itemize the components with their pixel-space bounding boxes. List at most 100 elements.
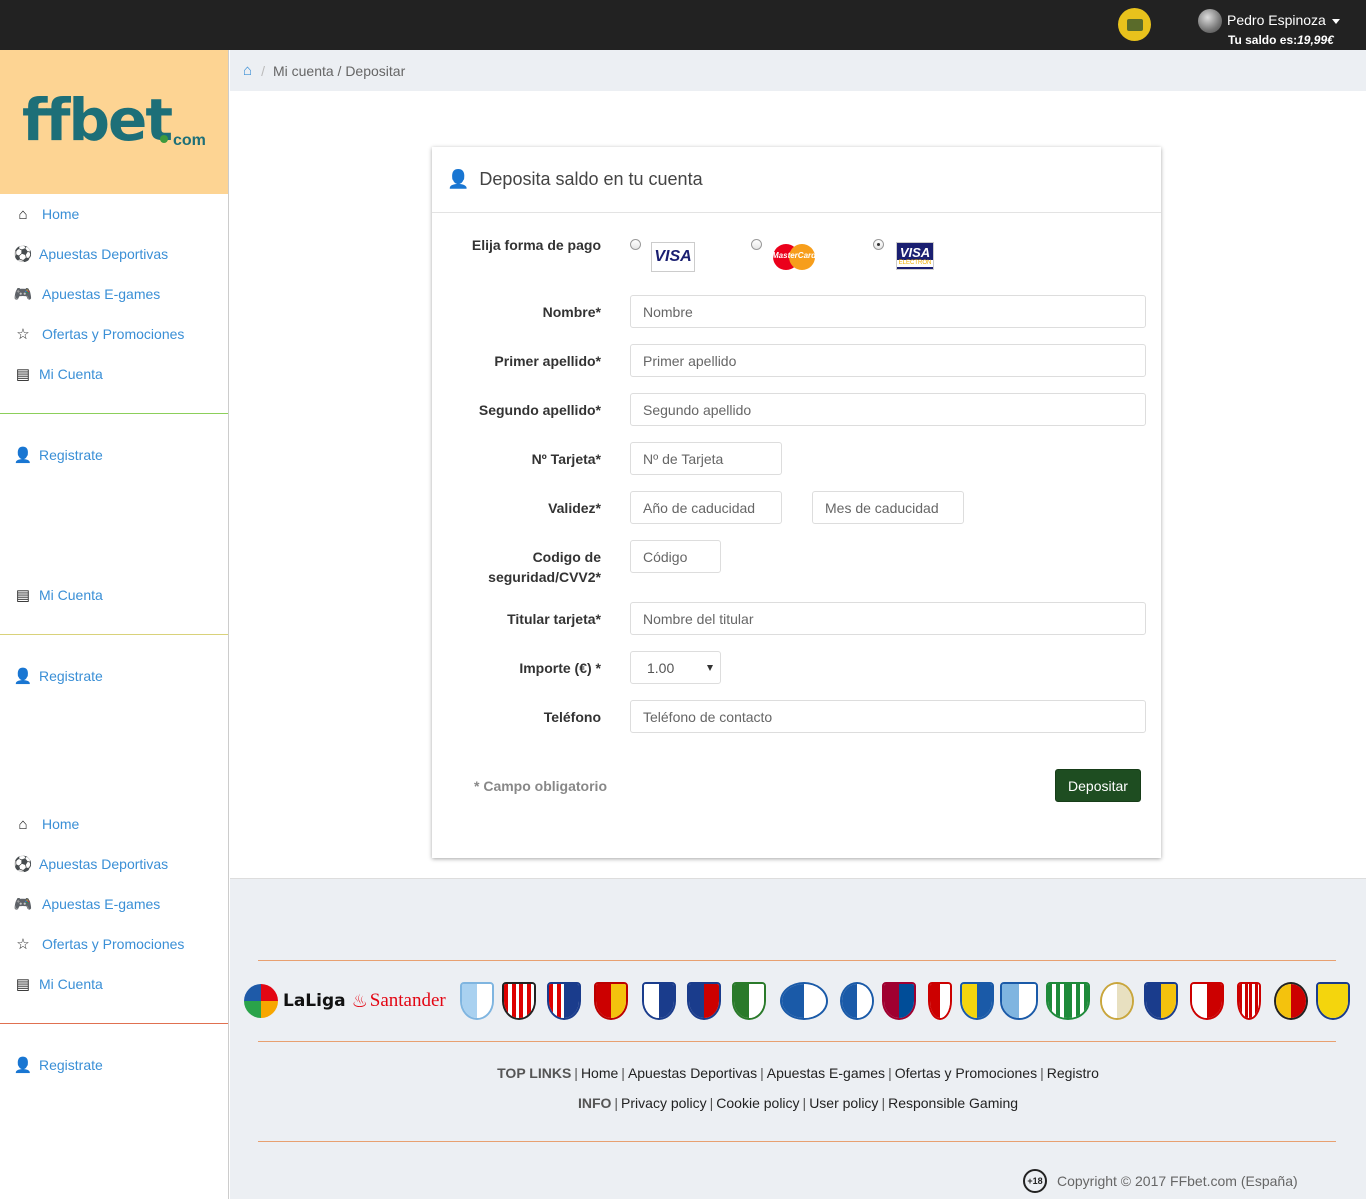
balance-label: Tu saldo es: [1228,33,1298,47]
club-logos: LaLiga ♨ Santander [240,980,1350,1024]
santander-flame-icon: ♨ [351,990,368,1011]
footer-links: TOP LINKS | Home | Apuestas Deportivas | Apues… [230,1063,1366,1113]
telefono-input[interactable] [630,700,1146,733]
cvv-input[interactable] [630,540,721,573]
importe-select[interactable]: 1.00 [630,651,721,684]
club-crest-eibar[interactable] [687,982,721,1020]
footer-divider [258,1041,1336,1042]
sidebar-item-registrate-3[interactable]: 👤 Registrate [14,1055,103,1075]
club-crest-sporting[interactable] [1237,982,1261,1020]
club-crest-granada[interactable] [928,982,952,1020]
sidebar-item-home[interactable]: ⌂ Home [14,204,79,224]
club-crest-celta[interactable] [460,982,494,1020]
sidebar-item-label: Apuestas Deportivas [39,856,169,872]
visa-electron-logo[interactable]: VISA ELECTRON [896,242,934,270]
club-crest-deportivo[interactable] [642,982,676,1020]
mastercard-logo[interactable]: MasterCard [770,242,818,272]
home-icon: ⌂ [18,815,28,833]
sidebar-item-mi-cuenta-2[interactable]: ▤ Mi Cuenta [14,585,103,605]
user-avatar[interactable] [1198,9,1222,33]
sidebar-item-apuestas-deportivas[interactable]: ⚽ Apuestas Deportivas [14,244,169,264]
club-crest-betis[interactable] [1046,982,1090,1020]
radio-visa[interactable] [630,239,641,250]
expiry-year-input[interactable] [630,491,782,524]
required-note: * Campo obligatorio [474,778,607,794]
club-crest-alaves[interactable] [780,982,828,1020]
logo[interactable]: ffbet com [0,50,228,194]
laliga-logo[interactable]: LaLiga ♨ Santander [244,984,446,1018]
footer-link-ofertas[interactable]: Ofertas y Promociones [895,1065,1037,1081]
card-header: 👤 Deposita saldo en tu cuenta [432,147,1161,213]
footer-link-cookie[interactable]: Cookie policy [716,1095,799,1111]
sidebar-item-label: Mi Cuenta [39,366,103,382]
sidebar-item-label: Ofertas y Promociones [42,936,185,952]
titular-input[interactable] [630,602,1146,635]
select-arrow-icon [707,665,713,671]
gamepad-icon: 🎮 [13,286,33,303]
user-name[interactable]: Pedro Espinoza [1227,12,1326,28]
santander-text: Santander [369,990,446,1011]
radio-visa-electron[interactable] [873,239,884,250]
expiry-month-input[interactable] [812,491,964,524]
wallet-icon[interactable] [1118,8,1151,41]
club-crest-athletic[interactable] [502,982,536,1020]
segundo-apellido-label: Segundo apellido* [478,402,601,418]
sidebar-item-ofertas-3[interactable]: ☆ Ofertas y Promociones [14,934,184,954]
footer-link-user-policy[interactable]: User policy [809,1095,878,1111]
club-crest-sevilla[interactable] [1190,982,1224,1020]
visa-logo[interactable]: VISA [651,242,695,272]
divider [0,634,228,635]
club-crest-barcelona[interactable] [882,982,916,1020]
cvv-label: Codigo de seguridad/CVV2* [488,547,601,587]
sidebar-item-mi-cuenta-3[interactable]: ▤ Mi Cuenta [14,974,103,994]
balance: Tu saldo es:19,99€ [1228,33,1334,47]
club-crest-valencia[interactable] [1274,982,1308,1020]
sidebar-item-label: Mi Cuenta [39,587,103,603]
club-crest-malaga[interactable] [1000,982,1038,1020]
home-icon[interactable]: ⌂ [243,62,252,79]
card-number-label: Nº Tarjeta* [531,451,601,467]
sidebar-item-registrate-2[interactable]: 👤 Registrate [14,666,103,686]
club-crest-atletico[interactable] [547,982,581,1020]
segundo-apellido-input[interactable] [630,393,1146,426]
club-crest-real-madrid[interactable] [1100,982,1134,1020]
radio-mastercard[interactable] [751,239,762,250]
sidebar-item-mi-cuenta[interactable]: ▤ Mi Cuenta [14,364,103,384]
sidebar-item-label: Home [42,206,80,222]
footer-link-privacy[interactable]: Privacy policy [621,1095,707,1111]
top-links-heading: TOP LINKS [497,1065,572,1081]
soccer-ball-icon: ⚽ [13,856,33,873]
footer-link-apuestas-egames[interactable]: Apuestas E-games [767,1065,885,1081]
sidebar-item-registrate[interactable]: 👤 Registrate [14,445,103,465]
depositar-button[interactable]: Depositar [1055,769,1141,802]
caret-down-icon[interactable] [1332,19,1340,24]
sidebar-item-home-3[interactable]: ⌂ Home [14,814,79,834]
primer-apellido-input[interactable] [630,344,1146,377]
club-crest-las-palmas[interactable] [960,982,994,1020]
club-crest-villarreal[interactable] [1316,982,1350,1020]
club-crest-real-sociedad[interactable] [1144,982,1178,1020]
primer-apellido-label: Primer apellido* [494,353,601,369]
sidebar-item-apuestas-egames[interactable]: 🎮 Apuestas E-games [13,284,161,304]
footer: LaLiga ♨ Santander TOP LINKS | Home | Ap… [230,878,1366,1199]
laliga-ball-icon [244,984,278,1018]
sidebar-item-apuestas-egames-3[interactable]: 🎮 Apuestas E-games [14,894,161,914]
footer-link-responsible-gaming[interactable]: Responsible Gaming [888,1095,1018,1111]
card-number-input[interactable] [630,442,782,475]
club-crest-leganes[interactable] [732,982,766,1020]
sidebar-item-ofertas[interactable]: ☆ Ofertas y Promociones [14,324,184,344]
club-crest-espanyol[interactable] [840,982,874,1020]
sidebar-item-label: Registrate [39,1057,103,1073]
sidebar-item-label: Ofertas y Promociones [42,326,185,342]
footer-link-home[interactable]: Home [581,1065,618,1081]
top-links-row: TOP LINKS | Home | Apuestas Deportivas | Apues… [497,1065,1099,1081]
logo-dot [160,135,168,143]
sidebar-item-label: Registrate [39,668,103,684]
id-card-icon: ▤ [15,976,31,993]
nombre-input[interactable] [630,295,1146,328]
club-crest-osasuna[interactable] [594,982,628,1020]
breadcrumb-path[interactable]: Mi cuenta / Depositar [273,63,405,79]
sidebar-item-apuestas-deportivas-3[interactable]: ⚽ Apuestas Deportivas [13,854,169,874]
footer-link-apuestas-deportivas[interactable]: Apuestas Deportivas [628,1065,757,1081]
footer-link-registro[interactable]: Registro [1047,1065,1099,1081]
